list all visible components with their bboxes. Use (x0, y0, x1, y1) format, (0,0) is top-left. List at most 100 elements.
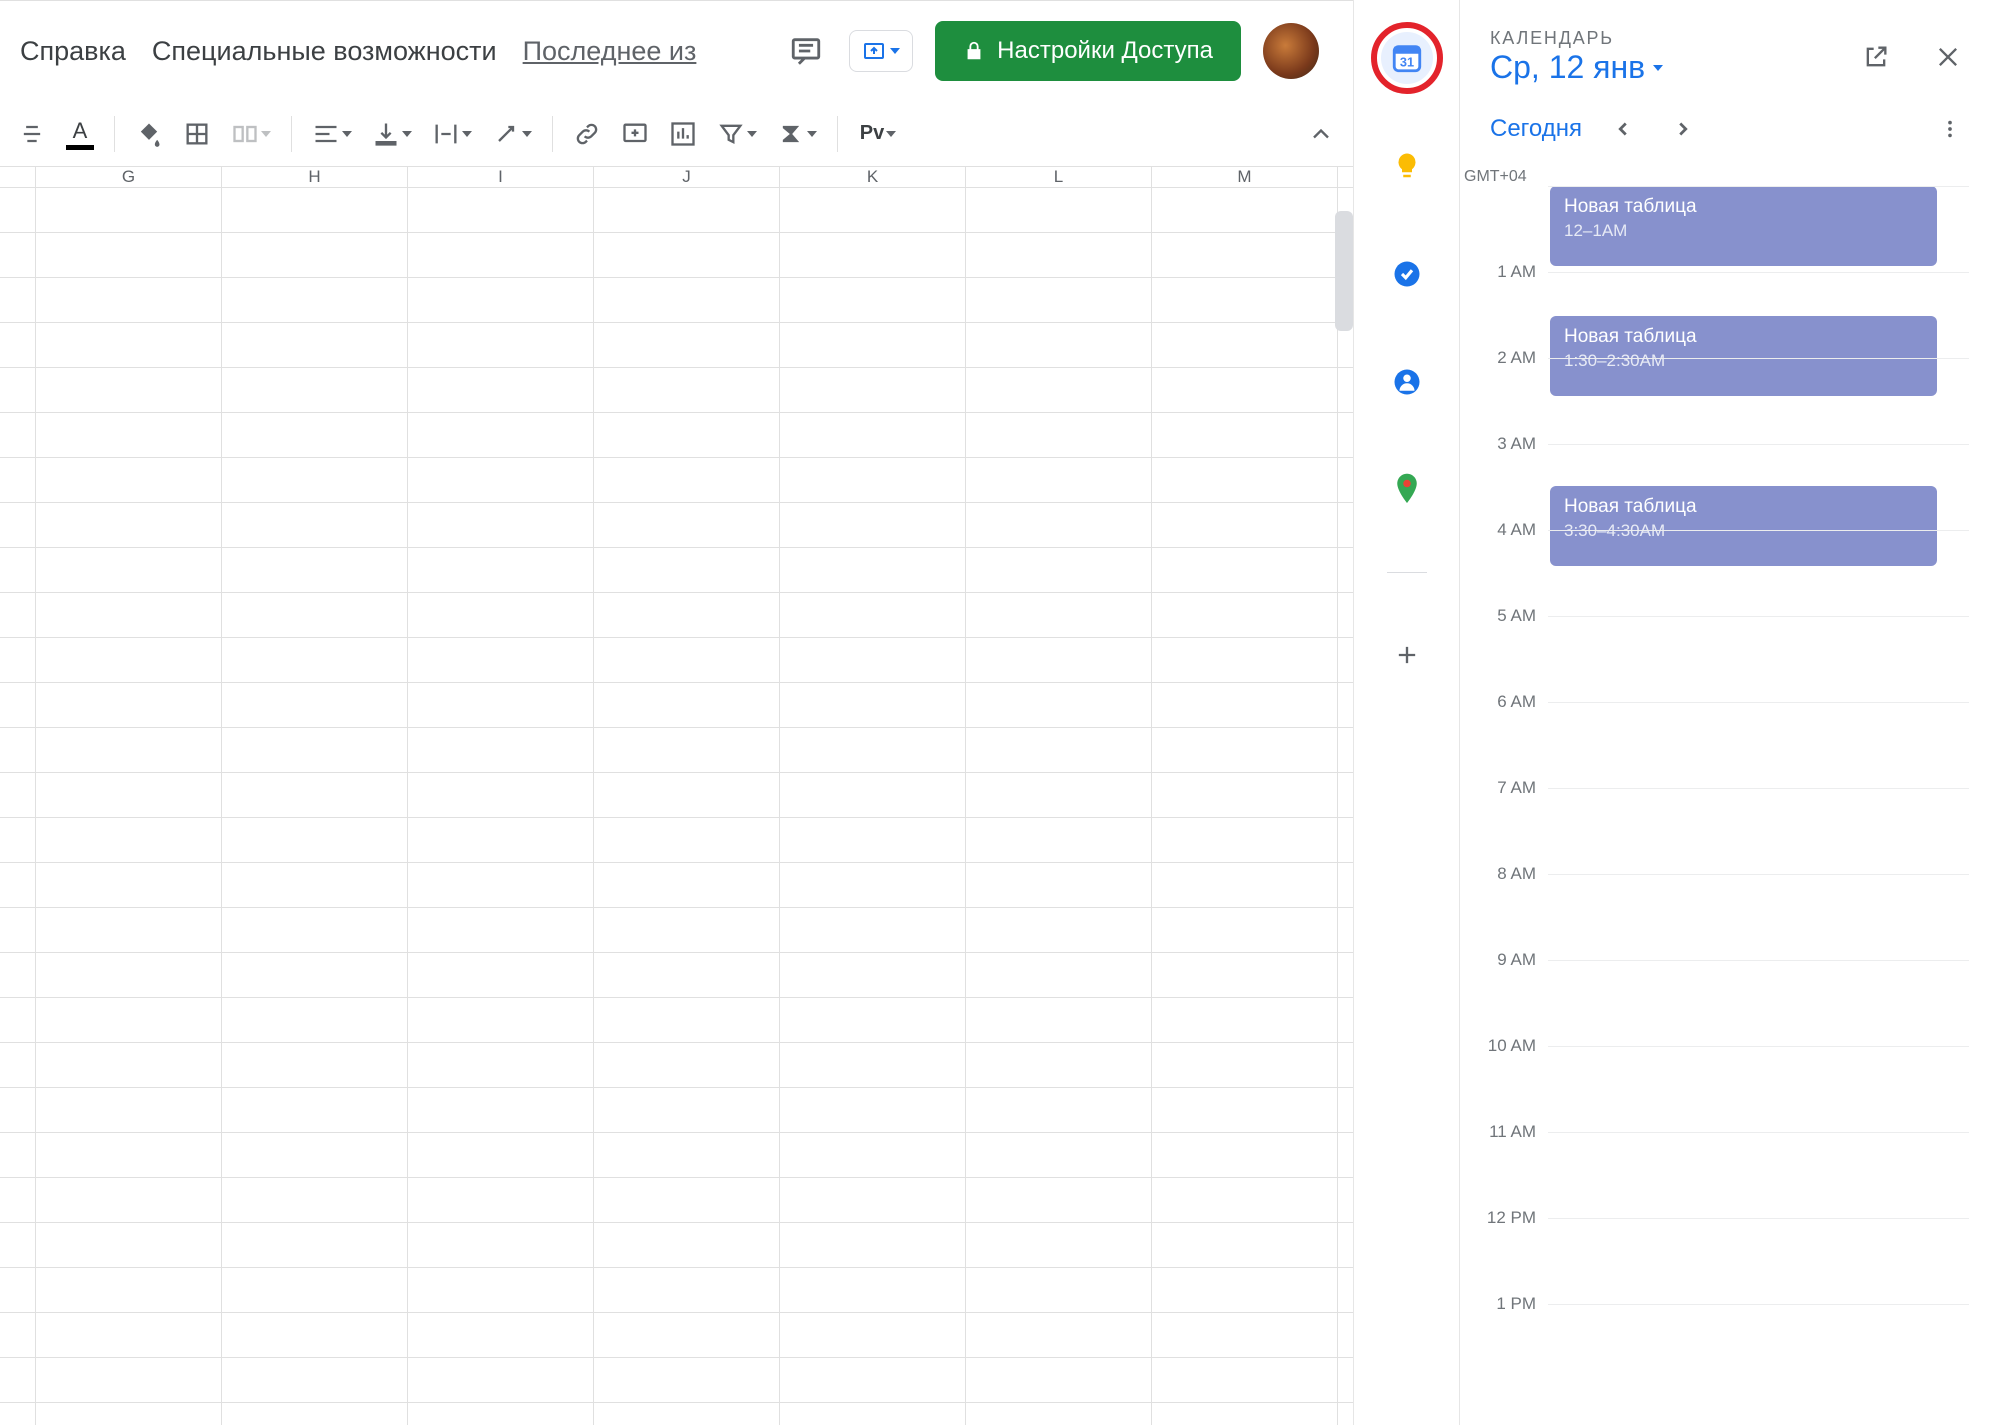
grid-cell[interactable] (1152, 458, 1338, 502)
sidepanel-contacts-icon[interactable] (1381, 356, 1433, 408)
hour-slot[interactable]: 11 AM (1460, 1132, 1969, 1218)
spreadsheet-grid[interactable]: GHIJKLM (0, 167, 1353, 1425)
grid-cell[interactable] (222, 863, 408, 907)
hour-slot[interactable]: 5 AM (1460, 616, 1969, 702)
grid-cell[interactable] (594, 638, 780, 682)
grid-cell[interactable] (0, 1043, 36, 1087)
input-tools-button[interactable]: Pv (850, 112, 906, 156)
grid-cell[interactable] (594, 1223, 780, 1267)
hour-slot[interactable]: 1 AM (1460, 272, 1969, 358)
grid-cell[interactable] (222, 1178, 408, 1222)
close-icon[interactable] (1927, 36, 1969, 78)
grid-cell[interactable] (0, 1268, 36, 1312)
grid-cell[interactable] (36, 1178, 222, 1222)
grid-cell[interactable] (594, 323, 780, 367)
grid-cell[interactable] (36, 773, 222, 817)
grid-cell[interactable] (1152, 1223, 1338, 1267)
grid-cell[interactable] (594, 728, 780, 772)
grid-cell[interactable] (222, 368, 408, 412)
grid-cell[interactable] (594, 503, 780, 547)
grid-cell[interactable] (408, 1133, 594, 1177)
hour-slot[interactable]: 9 AM (1460, 960, 1969, 1046)
grid-cell[interactable] (0, 908, 36, 952)
grid-cell[interactable] (780, 998, 966, 1042)
grid-cell[interactable] (222, 1043, 408, 1087)
grid-cell[interactable] (1152, 233, 1338, 277)
grid-cell[interactable] (408, 368, 594, 412)
grid-cell[interactable] (594, 1133, 780, 1177)
grid-cell[interactable] (966, 818, 1152, 862)
grid-cell[interactable] (1152, 593, 1338, 637)
grid-cell[interactable] (408, 548, 594, 592)
grid-cell[interactable] (0, 998, 36, 1042)
grid-cell[interactable] (966, 548, 1152, 592)
grid-cell[interactable] (780, 593, 966, 637)
grid-cell[interactable] (1152, 998, 1338, 1042)
grid-cell[interactable] (966, 998, 1152, 1042)
grid-cell[interactable] (1152, 1088, 1338, 1132)
grid-cell[interactable] (0, 1178, 36, 1222)
grid-cell[interactable] (36, 863, 222, 907)
grid-cell[interactable] (36, 503, 222, 547)
column-header[interactable]: M (1152, 167, 1338, 187)
grid-cell[interactable] (408, 683, 594, 727)
grid-cell[interactable] (780, 458, 966, 502)
grid-cell[interactable] (780, 503, 966, 547)
grid-cell[interactable] (36, 998, 222, 1042)
grid-cell[interactable] (36, 1043, 222, 1087)
grid-cell[interactable] (0, 278, 36, 322)
grid-cell[interactable] (408, 593, 594, 637)
grid-cell[interactable] (966, 1178, 1152, 1222)
grid-cell[interactable] (36, 233, 222, 277)
grid-cell[interactable] (36, 413, 222, 457)
filter-button[interactable] (709, 112, 765, 156)
more-options-icon[interactable] (1931, 110, 1969, 148)
grid-cell[interactable] (408, 1403, 594, 1425)
grid-cell[interactable] (594, 593, 780, 637)
grid-cell[interactable] (408, 1223, 594, 1267)
grid-cell[interactable] (1152, 503, 1338, 547)
hour-slot[interactable]: 1 PM (1460, 1304, 1969, 1390)
hour-slot[interactable]: 7 AM (1460, 788, 1969, 874)
grid-cell[interactable] (1152, 548, 1338, 592)
grid-cell[interactable] (222, 278, 408, 322)
grid-cell[interactable] (36, 953, 222, 997)
comments-icon[interactable] (785, 30, 827, 72)
grid-cell[interactable] (966, 728, 1152, 772)
sidepanel-calendar-icon[interactable]: 31 (1381, 32, 1433, 84)
grid-cell[interactable] (1152, 368, 1338, 412)
grid-cell[interactable] (966, 908, 1152, 952)
grid-cell[interactable] (0, 683, 36, 727)
grid-cell[interactable] (0, 863, 36, 907)
hour-slot[interactable]: 8 AM (1460, 874, 1969, 960)
grid-cell[interactable] (0, 1358, 36, 1402)
prev-day-button[interactable] (1604, 110, 1642, 148)
grid-cell[interactable] (222, 638, 408, 682)
collapse-toolbar-button[interactable] (1299, 112, 1343, 156)
grid-cell[interactable] (36, 188, 222, 232)
grid-cell[interactable] (0, 548, 36, 592)
grid-cell[interactable] (594, 953, 780, 997)
grid-cell[interactable] (966, 1268, 1152, 1312)
grid-cell[interactable] (408, 1178, 594, 1222)
grid-cell[interactable] (780, 638, 966, 682)
grid-cell[interactable] (966, 773, 1152, 817)
grid-cell[interactable] (594, 368, 780, 412)
grid-cell[interactable] (780, 863, 966, 907)
open-external-icon[interactable] (1855, 36, 1897, 78)
grid-cell[interactable] (408, 1358, 594, 1402)
insert-comment-button[interactable] (613, 112, 657, 156)
grid-cell[interactable] (36, 728, 222, 772)
menu-accessibility[interactable]: Специальные возможности (152, 36, 497, 67)
grid-cell[interactable] (222, 908, 408, 952)
grid-cell[interactable] (780, 773, 966, 817)
avatar[interactable] (1263, 23, 1319, 79)
grid-cell[interactable] (780, 1223, 966, 1267)
grid-cell[interactable] (0, 818, 36, 862)
grid-cell[interactable] (408, 818, 594, 862)
hour-slot[interactable]: 3 AM (1460, 444, 1969, 530)
column-header[interactable]: G (36, 167, 222, 187)
grid-cell[interactable] (36, 1088, 222, 1132)
grid-cell[interactable] (780, 1313, 966, 1357)
grid-cell[interactable] (594, 413, 780, 457)
